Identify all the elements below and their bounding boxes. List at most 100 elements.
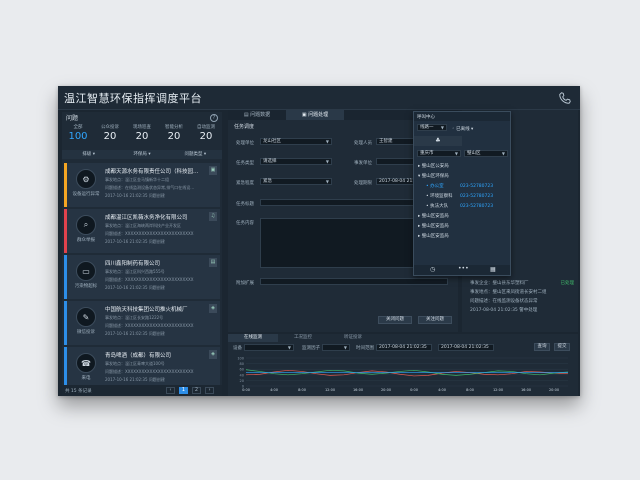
- card-title: 成都天源水务有限责任公司（科技园…: [105, 169, 199, 175]
- district-select[interactable]: 璧山区 ▼: [464, 150, 508, 157]
- contact-tree-item[interactable]: ▸ 璧山区安监局: [414, 212, 510, 222]
- tab-problem-data[interactable]: ▤ 问题数据: [228, 110, 286, 120]
- calendar-icon[interactable]: ▦: [490, 266, 496, 273]
- card-tag-icon[interactable]: ◈: [209, 304, 217, 313]
- page-1-button[interactable]: 1: [179, 387, 188, 394]
- attach-input[interactable]: [260, 278, 448, 285]
- record-desc: 问题描述：在线监测设备状态异常: [470, 299, 538, 304]
- y-tick-label: 100: [237, 357, 244, 361]
- monitor-panel: 在线监测 工况监控 听证投诉 设备 ▼ 监测因子 ▼ 时间范围 2017-08-…: [228, 334, 578, 396]
- filter-bar: 排级 ▾ 环保局 ▾ 问题类型 ▾: [62, 150, 222, 159]
- follow-problem-button[interactable]: 关注问题: [418, 316, 452, 324]
- contact-name: 璧山区安监局: [421, 234, 449, 239]
- clock-icon[interactable]: ◷: [430, 266, 435, 273]
- label-task-content: 任务内容: [236, 221, 254, 226]
- contact-phone[interactable]: 023-52780723: [460, 182, 493, 192]
- stat-all[interactable]: 全部 100: [62, 124, 94, 148]
- tree-expand-icon[interactable]: ▸: [418, 224, 420, 229]
- label-factor: 监测因子: [302, 346, 320, 351]
- tree-expand-icon[interactable]: ▾: [418, 174, 420, 179]
- problem-card[interactable]: ⌕ 群众举报 成都温江区凯薇水务净化有限公司 事发地点：温江区海峡两岸科技产业开…: [64, 209, 220, 253]
- problem-panel: 问题 ? 全部 100 公众投诉 20 现场巡查 20 智能分析 20 自动监测 20 排…: [62, 112, 222, 396]
- problem-card[interactable]: ✎ 微信投诉 中国航天科技集团公司推火机械厂 事发地点：温江区长安路1222号 …: [64, 301, 220, 345]
- stat-public[interactable]: 公众投诉 20: [94, 124, 126, 148]
- tab-complaint[interactable]: 听证投诉: [328, 334, 378, 342]
- stat-auto[interactable]: 自动监测 20: [190, 124, 222, 148]
- label-person: 处理人员: [354, 141, 372, 146]
- problem-card[interactable]: ▭ 污染物超标 四川鑫阳制药有限公司 事发地点：温江区科兴西路555号 问题描述…: [64, 255, 220, 299]
- card-location: 事发地点：温江区金马镇新华十二组: [105, 177, 169, 182]
- tab-work-monitor[interactable]: 工况监控: [278, 334, 328, 342]
- contact-phone[interactable]: 023-52780723: [460, 202, 493, 212]
- contact-tree-item[interactable]: • 执法大队 023-52780723: [414, 202, 510, 212]
- factor-select[interactable]: ▼: [322, 344, 350, 351]
- x-tick-label: 20:00: [381, 388, 391, 392]
- x-tick-label: 0:00: [242, 388, 250, 392]
- card-tag-icon[interactable]: ▣: [209, 166, 217, 175]
- contact-tree-item[interactable]: • 办公室 023-52780723: [414, 182, 510, 192]
- label-deadline: 处理期限: [354, 181, 372, 186]
- time-to-input[interactable]: 2017-08-04 21:02:35: [438, 344, 494, 351]
- card-description: 问题描述：XXXXXXXXXXXXXXXXXXXXXXXXX: [105, 277, 194, 282]
- contact-phone[interactable]: 023-52780723: [460, 192, 493, 202]
- y-tick-label: 60: [240, 368, 244, 372]
- tree-expand-icon[interactable]: ▸: [418, 164, 420, 169]
- app-title: 温江智慧环保指挥调度平台: [64, 92, 202, 105]
- card-time: 2017-10-16 21:02:35 问题创建: [105, 193, 165, 198]
- submit-button[interactable]: 提交: [554, 343, 570, 351]
- line-select[interactable]: 线路一 ▼: [417, 124, 447, 131]
- org-tab-icon[interactable]: ♣: [414, 136, 462, 146]
- contact-tree-item[interactable]: ▸ 璧山区公安局: [414, 162, 510, 172]
- city-select[interactable]: 重庆市 ▼: [417, 150, 461, 157]
- tree-expand-icon[interactable]: ▸: [418, 234, 420, 239]
- stat-patrol[interactable]: 现场巡查 20: [126, 124, 158, 148]
- x-tick-label: 20:00: [549, 388, 559, 392]
- status-select[interactable]: ◦ 已离线 ▾: [452, 126, 473, 132]
- contact-tree-item[interactable]: ▾ 璧山区环保局: [414, 172, 510, 182]
- search-icon: ⌕: [76, 215, 96, 235]
- x-tick-label: 8:00: [298, 388, 306, 392]
- contact-name: 璧山区公安局: [421, 164, 449, 169]
- device-select[interactable]: ▼: [244, 344, 294, 351]
- more-icon[interactable]: •••: [458, 265, 469, 272]
- phone-icon[interactable]: [558, 91, 572, 105]
- contact-tree-item[interactable]: • 环境监察科 023-52780723: [414, 192, 510, 202]
- contact-name: 环境监察科: [430, 194, 453, 199]
- card-category: 微信投诉: [77, 330, 95, 335]
- doc-icon: ✎: [76, 307, 96, 327]
- query-button[interactable]: 查询: [534, 343, 550, 351]
- contact-tree-item[interactable]: ▸ 璧山区安监局: [414, 232, 510, 242]
- stat-ai[interactable]: 智能分析 20: [158, 124, 190, 148]
- prev-page-button[interactable]: ‹: [166, 387, 175, 394]
- next-page-button[interactable]: ›: [205, 387, 214, 394]
- person-tab[interactable]: [462, 136, 510, 146]
- filter-type[interactable]: 问题类型 ▾: [169, 150, 222, 159]
- contact-name: 璧山区环保局: [421, 174, 449, 179]
- problem-card[interactable]: ☎ 来电 青岛啤酒（成都）有限公司 事发地点：温江区青啤大道100号 问题描述：…: [64, 347, 220, 385]
- card-tag-icon[interactable]: ▤: [209, 258, 217, 267]
- unit-select[interactable]: 龙山社区 ▼: [260, 138, 332, 145]
- tab-problem-handle[interactable]: ▣ 问题处理: [286, 110, 344, 120]
- card-time: 2017-10-16 21:02:35 问题创建: [105, 331, 165, 336]
- type-select[interactable]: 请选择 ▼: [260, 158, 332, 165]
- help-icon[interactable]: ?: [210, 113, 218, 122]
- card-tag-icon[interactable]: ♫: [209, 212, 217, 221]
- urgency-select[interactable]: 紧急 ▼: [260, 178, 332, 185]
- card-tag-icon[interactable]: ◈: [209, 350, 217, 359]
- tab-online-monitor[interactable]: 在线监测: [228, 334, 278, 342]
- contact-tree-item[interactable]: ▸ 璧山区安监局: [414, 222, 510, 232]
- filter-bureau[interactable]: 环保局 ▾: [115, 150, 168, 159]
- close-problem-button[interactable]: 关闭问题: [378, 316, 412, 324]
- label-device: 设备: [233, 346, 242, 351]
- problem-card[interactable]: ⚙ 设备运行异常 成都天源水务有限责任公司（科技园… 事发地点：温江区金马镇新华…: [64, 163, 220, 207]
- card-title: 四川鑫阳制药有限公司: [105, 261, 161, 267]
- page-2-button[interactable]: 2: [192, 387, 201, 394]
- time-from-input[interactable]: 2017-08-04 21:02:35: [376, 344, 432, 351]
- card-category: 来电: [81, 376, 91, 381]
- tree-expand-icon[interactable]: ▸: [418, 214, 420, 219]
- label-event: 事发单位: [354, 161, 372, 166]
- monitor-icon: ▭: [76, 261, 96, 281]
- label-urgency: 紧急程度: [236, 181, 254, 186]
- card-category: 污染物超标: [74, 284, 98, 289]
- filter-level[interactable]: 排级 ▾: [62, 150, 115, 159]
